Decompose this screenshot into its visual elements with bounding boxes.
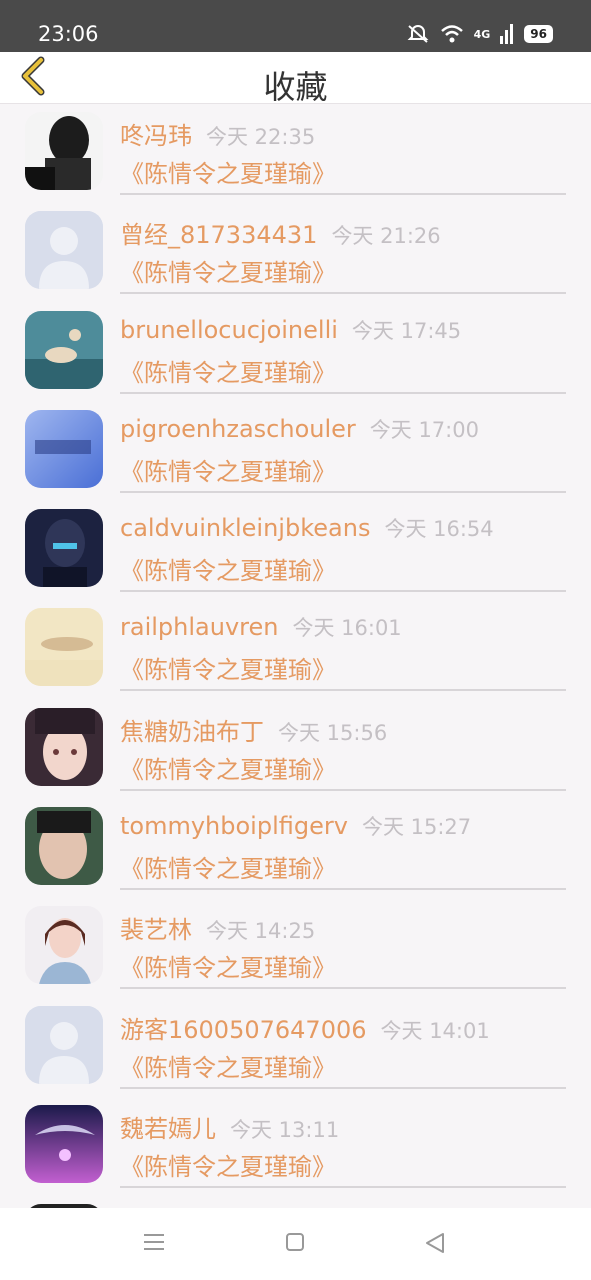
avatar[interactable]: [25, 1005, 103, 1084]
menu-button[interactable]: [143, 1232, 165, 1256]
story-title[interactable]: 《陈情令之夏瑾瑜》: [120, 452, 336, 487]
avatar[interactable]: [25, 509, 103, 588]
story-title[interactable]: 《陈情令之夏瑾瑜》: [120, 154, 336, 189]
status-icons: 4G 96: [406, 24, 553, 44]
favorite-time: 今天 17:45: [351, 318, 462, 343]
user-name[interactable]: brunellocucjoinelli: [120, 316, 338, 344]
list-item[interactable]: railphlauvren 今天 16:01 《陈情令之夏瑾瑜》: [0, 600, 591, 699]
avatar[interactable]: [25, 310, 103, 389]
story-title[interactable]: 《陈情令之夏瑾瑜》: [120, 849, 336, 884]
list-item[interactable]: [0, 1196, 591, 1208]
default-avatar-icon: [25, 211, 103, 290]
avatar[interactable]: [25, 906, 103, 985]
favorite-time: 今天 21:26: [331, 224, 441, 249]
avatar[interactable]: [25, 707, 103, 786]
menu-icon: [144, 1234, 164, 1250]
page-title: 收藏: [263, 68, 328, 106]
avatar[interactable]: [25, 807, 103, 886]
avatar[interactable]: [25, 211, 103, 290]
list-item[interactable]: 焦糖奶油布丁 今天 15:56 《陈情令之夏瑾瑜》: [0, 700, 591, 799]
story-title[interactable]: 《陈情令之夏瑾瑜》: [120, 650, 336, 685]
user-name[interactable]: pigroenhzaschouler: [120, 415, 356, 443]
battery-icon: 96: [524, 25, 553, 43]
signal-icon: [500, 24, 514, 44]
avatar[interactable]: [25, 1104, 103, 1183]
story-title[interactable]: 《陈情令之夏瑾瑜》: [120, 948, 336, 983]
system-nav-bar: [0, 1208, 591, 1280]
status-bar: 23:06 4G 96: [0, 0, 591, 52]
avatar[interactable]: [25, 409, 103, 488]
status-time: 23:06: [38, 22, 99, 46]
favorite-time: 今天 16:01: [292, 616, 402, 641]
story-title[interactable]: 《陈情令之夏瑾瑜》: [120, 551, 336, 586]
favorite-time: 今天 17:00: [369, 417, 479, 442]
list-item[interactable]: tommyhboiplfigerv 今天 15:27 《陈情令之夏瑾瑜》: [0, 799, 591, 898]
header: 收藏: [0, 52, 591, 106]
list-item[interactable]: pigroenhzaschouler 今天 17:00 《陈情令之夏瑾瑜》: [0, 402, 591, 501]
list-item[interactable]: 咚冯玮 今天 22:35 《陈情令之夏瑾瑜》: [0, 104, 591, 203]
user-name[interactable]: railphlauvren: [120, 613, 278, 641]
mute-icon: [407, 25, 429, 43]
triangle-back-icon: [426, 1233, 444, 1253]
favorite-time: 今天 13:11: [230, 1117, 340, 1142]
user-name[interactable]: 魏若嫣儿: [120, 1115, 216, 1143]
story-title[interactable]: 《陈情令之夏瑾瑜》: [120, 353, 336, 388]
network-label: 4G: [473, 27, 491, 41]
story-title[interactable]: 《陈情令之夏瑾瑜》: [120, 1048, 336, 1083]
wifi-icon: [440, 25, 463, 43]
user-name[interactable]: 咚冯玮: [120, 122, 192, 150]
list-item[interactable]: caldvuinkleinjbkeans 今天 16:54 《陈情令之夏瑾瑜》: [0, 501, 591, 600]
list-item[interactable]: brunellocucjoinelli 今天 17:45 《陈情令之夏瑾瑜》: [0, 303, 591, 402]
favorite-time: 今天 14:25: [206, 919, 316, 944]
square-icon: [286, 1233, 304, 1251]
user-name[interactable]: 曾经_817334431: [120, 221, 317, 249]
favorites-list: 咚冯玮 今天 22:35 《陈情令之夏瑾瑜》 曾经_817334431 今天 21:…: [0, 104, 591, 1208]
list-item[interactable]: 游客1600507647006 今天 14:01 《陈情令之夏瑾瑜》: [0, 998, 591, 1097]
story-title[interactable]: 《陈情令之夏瑾瑜》: [120, 750, 336, 785]
story-title[interactable]: 《陈情令之夏瑾瑜》: [120, 253, 336, 288]
user-name[interactable]: caldvuinkleinjbkeans: [120, 514, 370, 542]
list-item[interactable]: 裴艺林 今天 14:25 《陈情令之夏瑾瑜》: [0, 898, 591, 997]
user-name[interactable]: tommyhboiplfigerv: [120, 812, 348, 840]
favorite-time: 今天 22:35: [206, 125, 316, 149]
default-avatar-icon: [25, 1005, 103, 1084]
user-name[interactable]: 游客1600507647006: [120, 1016, 367, 1044]
list-item[interactable]: 曾经_817334431 今天 21:26 《陈情令之夏瑾瑜》: [0, 203, 591, 302]
favorite-time: 今天 15:56: [278, 720, 388, 745]
favorite-time: 今天 16:54: [384, 517, 494, 542]
user-name[interactable]: 裴艺林: [120, 916, 192, 944]
avatar[interactable]: [25, 608, 103, 687]
back-nav-button[interactable]: [424, 1232, 446, 1258]
home-button[interactable]: [285, 1232, 305, 1256]
list-item[interactable]: 魏若嫣儿 今天 13:11 《陈情令之夏瑾瑜》: [0, 1097, 591, 1196]
story-title[interactable]: 《陈情令之夏瑾瑜》: [120, 1147, 336, 1182]
user-name[interactable]: 焦糖奶油布丁: [120, 718, 264, 746]
avatar[interactable]: [25, 112, 103, 190]
favorite-time: 今天 14:01: [380, 1018, 490, 1043]
favorite-time: 今天 15:27: [361, 815, 472, 840]
